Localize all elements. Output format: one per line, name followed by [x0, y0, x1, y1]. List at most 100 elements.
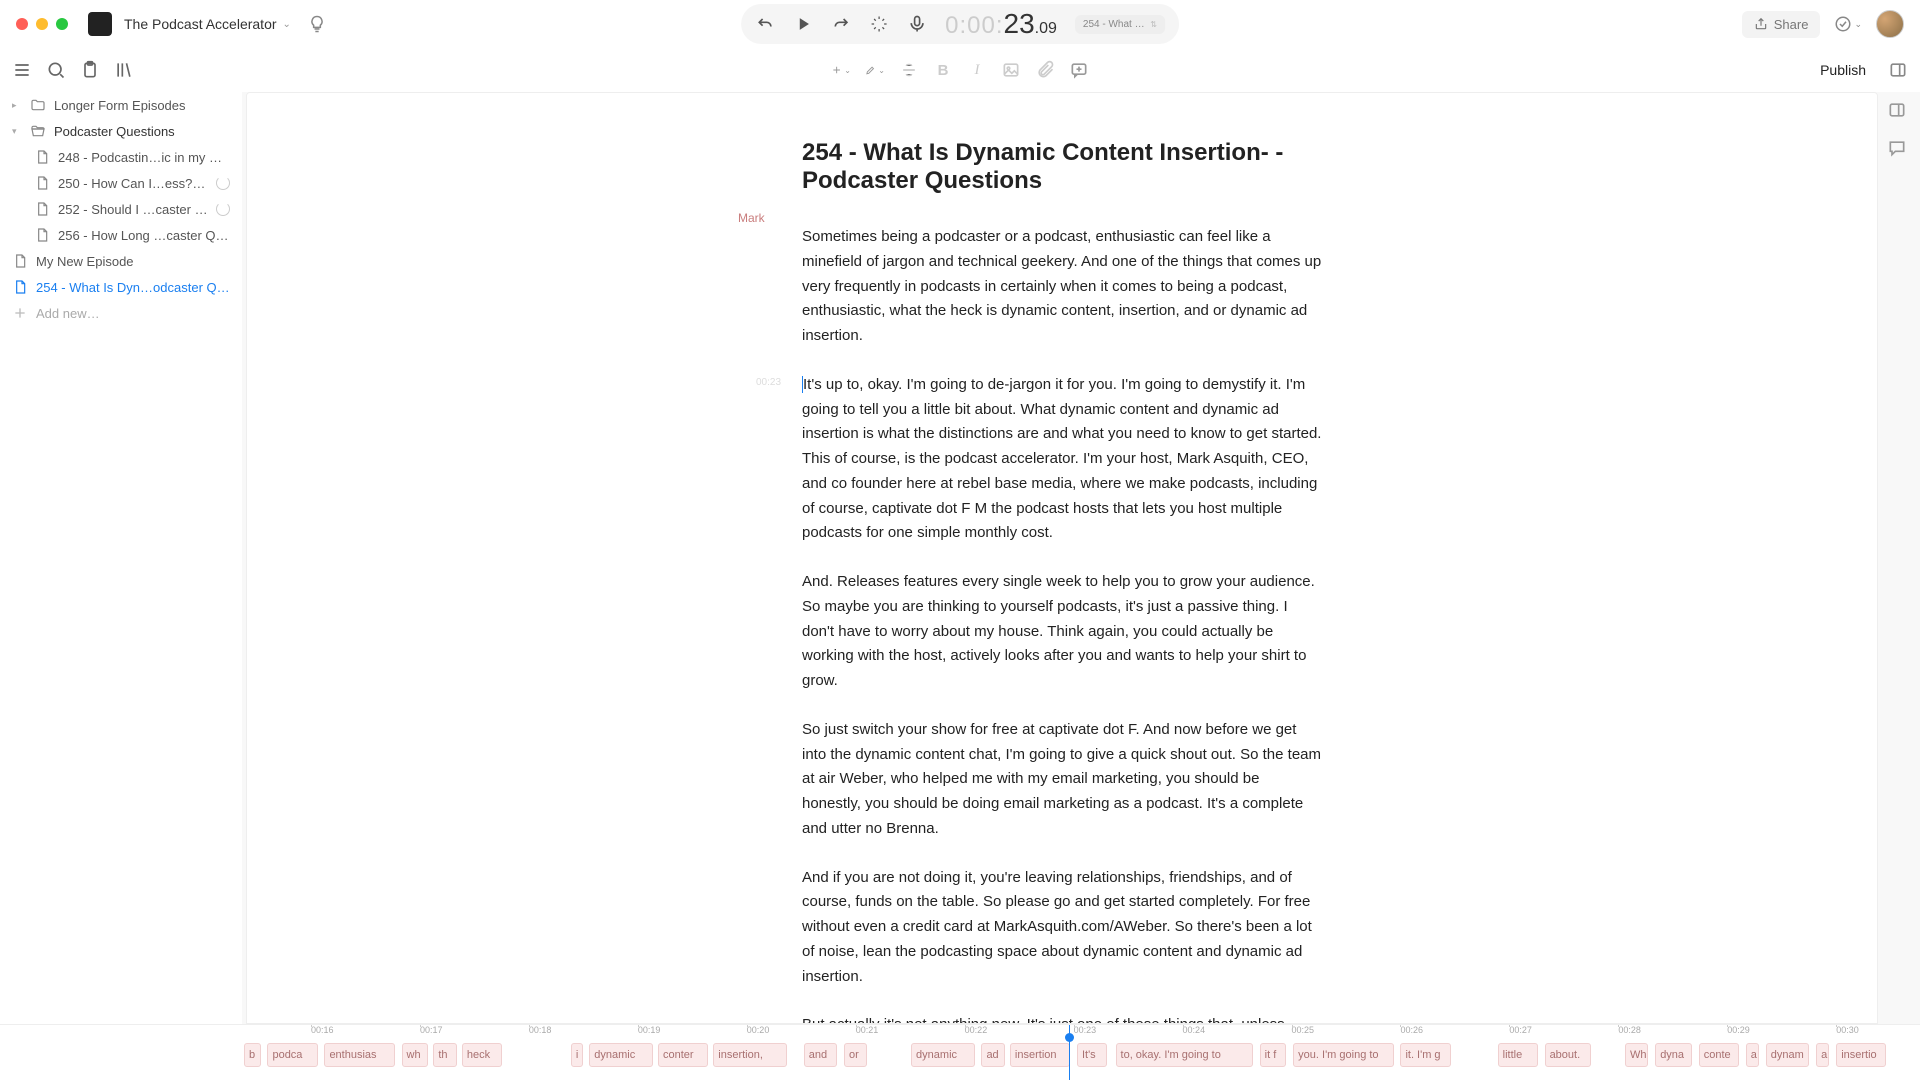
timeline-word-clip[interactable]: podca	[267, 1043, 317, 1067]
plus-icon	[12, 305, 28, 321]
timeline-word-clip[interactable]: Wh	[1625, 1043, 1648, 1067]
timeline-word-track[interactable]: bpodcaenthusiaswhthheckidynamicconterins…	[244, 1043, 1920, 1071]
comment-button[interactable]	[1069, 60, 1089, 80]
timeline-word-clip[interactable]: heck	[462, 1043, 502, 1067]
time-display: 0:00: 23 .09	[945, 8, 1057, 40]
history-check-button[interactable]: ⌄	[1834, 15, 1862, 33]
timeline-tick: 00:29	[1727, 1025, 1750, 1035]
transcript-paragraph[interactable]: And. Releases features every single week…	[802, 570, 1322, 694]
project-dropdown-chevron[interactable]: ⌄	[283, 19, 291, 30]
italic-button[interactable]: I	[967, 60, 987, 80]
transcript-editor[interactable]: 254 - What Is Dynamic Content Insertion-…	[246, 92, 1878, 1024]
timeline-word-clip[interactable]: little	[1498, 1043, 1538, 1067]
timeline-tick: 00:24	[1183, 1025, 1206, 1035]
timeline[interactable]: 00:1600:1700:1800:1900:2000:2100:2200:23…	[0, 1024, 1920, 1080]
add-new-button[interactable]: Add new…	[6, 300, 236, 326]
timeline-word-clip[interactable]: you. I'm going to	[1293, 1043, 1394, 1067]
composition-label: 252 - Should I …caster Question	[58, 202, 208, 217]
sparkle-icon[interactable]	[869, 14, 889, 34]
add-button[interactable]: ⌄	[831, 60, 851, 80]
composition-item-254[interactable]: 254 - What Is Dyn…odcaster Questions	[6, 274, 236, 300]
chevron-down-icon: ⌄	[1854, 19, 1862, 30]
attachment-button[interactable]	[1035, 60, 1055, 80]
share-button[interactable]: Share	[1742, 11, 1821, 38]
timeline-word-clip[interactable]: b	[244, 1043, 261, 1067]
composition-item-my-new-episode[interactable]: My New Episode	[6, 248, 236, 274]
right-panel-toggle-icon[interactable]	[1888, 60, 1908, 80]
play-button[interactable]	[793, 14, 813, 34]
transcript-paragraph[interactable]: Sometimes being a podcaster or a podcast…	[802, 225, 1322, 349]
project-title[interactable]: The Podcast Accelerator	[124, 16, 277, 32]
app-icon	[88, 12, 112, 36]
window-controls	[16, 18, 68, 30]
track-selector[interactable]: 254 - What Is Dyn… ⇅	[1075, 15, 1165, 34]
minimize-window-button[interactable]	[36, 18, 48, 30]
timeline-tick: 00:27	[1509, 1025, 1532, 1035]
timeline-tick: 00:23	[1074, 1025, 1097, 1035]
timeline-word-clip[interactable]: dynamic	[589, 1043, 653, 1067]
timeline-word-clip[interactable]: or	[844, 1043, 867, 1067]
timeline-word-clip[interactable]: enthusias	[324, 1043, 394, 1067]
timeline-word-clip[interactable]: ad	[981, 1043, 1004, 1067]
transcript-paragraph[interactable]: It's up to, okay. I'm going to de-jargon…	[802, 373, 1322, 546]
transcript-paragraph[interactable]: And if you are not doing it, you're leav…	[802, 866, 1322, 990]
image-button[interactable]	[1001, 60, 1021, 80]
strikethrough-button[interactable]	[899, 60, 919, 80]
library-icon[interactable]	[114, 60, 134, 80]
folder-podcaster-questions[interactable]: ▾ Podcaster Questions	[6, 118, 236, 144]
folder-longer-form[interactable]: ▸ Longer Form Episodes	[6, 92, 236, 118]
folder-label: Podcaster Questions	[54, 124, 230, 139]
composition-label: 250 - How Can I…ess? Podcast Q	[58, 176, 208, 191]
playhead[interactable]	[1069, 1025, 1070, 1080]
document-title[interactable]: 254 - What Is Dynamic Content Insertion-…	[802, 139, 1322, 195]
composition-item-252[interactable]: 252 - Should I …caster Question	[6, 196, 236, 222]
timeline-word-clip[interactable]: it. I'm g	[1400, 1043, 1450, 1067]
redo-button[interactable]	[831, 14, 851, 34]
hamburger-menu-icon[interactable]	[12, 60, 32, 80]
timeline-word-clip[interactable]: dynamic	[911, 1043, 975, 1067]
zoom-window-button[interactable]	[56, 18, 68, 30]
timeline-word-clip[interactable]: insertio	[1836, 1043, 1886, 1067]
timeline-word-clip[interactable]: insertion	[1010, 1043, 1070, 1067]
timeline-word-clip[interactable]: and	[804, 1043, 838, 1067]
timeline-word-clip[interactable]: a	[1816, 1043, 1829, 1067]
composition-item-248[interactable]: 248 - Podcastin…ic in my Podcast	[6, 144, 236, 170]
timeline-word-clip[interactable]: to, okay. I'm going to	[1116, 1043, 1253, 1067]
timeline-word-clip[interactable]: th	[433, 1043, 456, 1067]
speaker-label[interactable]: Mark	[738, 211, 765, 225]
timeline-word-clip[interactable]: it f	[1260, 1043, 1287, 1067]
user-avatar[interactable]	[1876, 10, 1904, 38]
composition-item-256[interactable]: 256 - How Long …caster Questions	[6, 222, 236, 248]
lightbulb-icon[interactable]	[307, 14, 327, 34]
timeline-word-clip[interactable]: dynam	[1766, 1043, 1810, 1067]
timeline-word-clip[interactable]: insertion,	[713, 1043, 787, 1067]
timeline-word-clip[interactable]: wh	[402, 1043, 429, 1067]
timeline-word-clip[interactable]: conte	[1699, 1043, 1739, 1067]
timeline-word-clip[interactable]: conter	[658, 1043, 708, 1067]
bold-button[interactable]: B	[933, 60, 953, 80]
composition-label: My New Episode	[36, 254, 230, 269]
timeline-word-clip[interactable]: dyna	[1655, 1043, 1692, 1067]
document-icon	[34, 227, 50, 243]
transcript-paragraph[interactable]: So just switch your show for free at cap…	[802, 718, 1322, 842]
close-window-button[interactable]	[16, 18, 28, 30]
microphone-icon[interactable]	[907, 14, 927, 34]
timeline-word-clip[interactable]: It's	[1077, 1043, 1107, 1067]
timeline-word-clip[interactable]: a	[1746, 1043, 1759, 1067]
publish-button[interactable]: Publish	[1810, 56, 1876, 84]
undo-button[interactable]	[755, 14, 775, 34]
composition-item-250[interactable]: 250 - How Can I…ess? Podcast Q	[6, 170, 236, 196]
properties-panel-icon[interactable]	[1887, 100, 1907, 120]
timeline-word-clip[interactable]: i	[571, 1043, 583, 1067]
highlighter-button[interactable]: ⌄	[865, 60, 885, 80]
transcript-paragraph[interactable]: But actually it's not anything new. It's…	[802, 1013, 1322, 1024]
clipboard-icon[interactable]	[80, 60, 100, 80]
timeline-ruler[interactable]: 00:1600:1700:1800:1900:2000:2100:2200:23…	[244, 1025, 1920, 1039]
time-seconds: 23	[1003, 8, 1034, 40]
timeline-word-clip[interactable]: about.	[1545, 1043, 1592, 1067]
comments-panel-icon[interactable]	[1887, 138, 1907, 158]
chevron-updown-icon: ⇅	[1150, 20, 1157, 29]
search-icon[interactable]	[46, 60, 66, 80]
timeline-tick: 00:16	[311, 1025, 334, 1035]
timeline-tick: 00:17	[420, 1025, 443, 1035]
